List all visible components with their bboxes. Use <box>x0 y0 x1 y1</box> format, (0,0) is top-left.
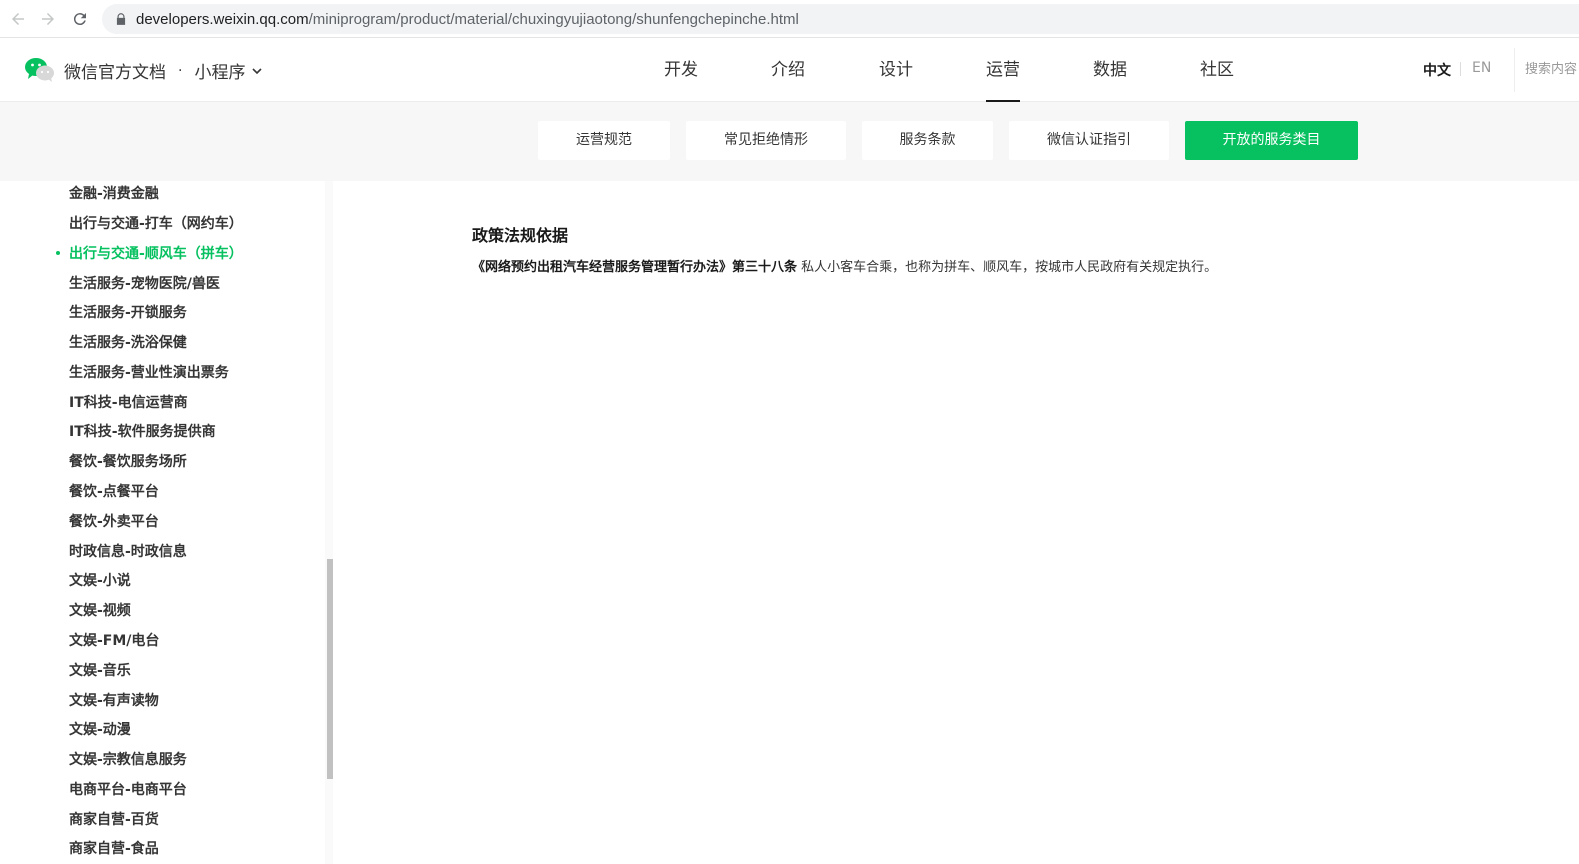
brand-title[interactable]: 微信官方文档 <box>64 58 166 83</box>
lock-icon <box>116 13 126 25</box>
reload-button[interactable] <box>64 3 96 35</box>
sidebar-item[interactable]: 电商平台-电商平台 <box>69 779 187 799</box>
law-name: 《网络预约出租汽车经营服务管理暂行办法》第三十八条 <box>472 260 798 275</box>
sidebar-item[interactable]: 生活服务-营业性演出票务 <box>69 362 229 382</box>
url-text: developers.weixin.qq.com/miniprogram/pro… <box>136 11 799 28</box>
sidebar-item[interactable]: IT科技-电信运营商 <box>69 392 188 412</box>
tab-certification-guide[interactable]: 微信认证指引 <box>1009 121 1169 160</box>
nav-data[interactable]: 数据 <box>1093 38 1127 102</box>
forward-button[interactable] <box>32 3 64 35</box>
address-bar[interactable]: developers.weixin.qq.com/miniprogram/pro… <box>102 4 1579 34</box>
sidebar: 金融-消费金融 出行与交通-打车（网约车） 出行与交通-顺风车（拼车） 生活服务… <box>0 181 333 864</box>
arrow-left-icon <box>12 13 24 25</box>
sidebar-item[interactable]: 餐饮-餐饮服务场所 <box>69 451 187 471</box>
sidebar-item[interactable]: 商家自营-百货 <box>69 809 159 829</box>
back-button[interactable] <box>2 3 34 35</box>
law-text: 私人小客车合乘，也称为拼车、顺风车，按城市人民政府有关规定执行。 <box>797 260 1218 275</box>
main-content: 政策法规依据 《网络预约出租汽车经营服务管理暂行办法》第三十八条 私人小客车合乘… <box>333 181 1579 864</box>
sidebar-item[interactable]: 时政信息-时政信息 <box>69 541 187 561</box>
section-title: 政策法规依据 <box>472 226 569 245</box>
brand-dot: · <box>178 62 183 79</box>
arrow-right-icon <box>42 13 54 25</box>
url-host: developers.weixin.qq.com <box>136 10 309 28</box>
reload-icon <box>73 13 86 26</box>
sidebar-item[interactable]: 商家自营-食品 <box>69 838 159 858</box>
lang-en-link[interactable]: EN <box>1472 60 1491 76</box>
sidebar-item[interactable]: 餐饮-外卖平台 <box>69 511 159 531</box>
tab-service-categories[interactable]: 开放的服务类目 <box>1185 121 1358 160</box>
url-path: /miniprogram/product/material/chuxingyuj… <box>308 10 799 28</box>
sidebar-item[interactable]: 生活服务-开锁服务 <box>69 302 187 322</box>
nav-intro[interactable]: 介绍 <box>771 38 805 102</box>
sidebar-item-active[interactable]: 出行与交通-顺风车（拼车） <box>56 243 243 263</box>
sidebar-item[interactable]: 文娱-动漫 <box>69 719 131 739</box>
sidebar-item[interactable]: 文娱-小说 <box>69 570 131 590</box>
sidebar-item[interactable]: 出行与交通-打车（网约车） <box>69 213 243 233</box>
policy-paragraph: 《网络预约出租汽车经营服务管理暂行办法》第三十八条 私人小客车合乘，也称为拼车、… <box>472 256 1217 275</box>
sidebar-item[interactable]: 生活服务-宠物医院/兽医 <box>69 273 220 293</box>
wechat-logo-icon[interactable] <box>24 56 56 84</box>
product-switcher[interactable]: 小程序 <box>194 58 245 83</box>
lang-zh-link[interactable]: 中文 <box>1423 60 1451 80</box>
sidebar-item[interactable]: 文娱-宗教信息服务 <box>69 749 187 769</box>
sidebar-item[interactable]: 金融-消费金融 <box>69 183 159 203</box>
site-header: 微信官方文档 · 小程序 开发 介绍 设计 运营 数据 社区 中文 EN 搜索内… <box>0 38 1579 102</box>
sidebar-item[interactable]: IT科技-软件服务提供商 <box>69 421 216 441</box>
search-input[interactable]: 搜索内容 <box>1514 48 1579 92</box>
sidebar-item[interactable]: 餐饮-点餐平台 <box>69 481 159 501</box>
sidebar-item[interactable]: 文娱-视频 <box>69 600 131 620</box>
tab-terms[interactable]: 服务条款 <box>862 121 993 160</box>
sub-nav: 运营规范 常见拒绝情形 服务条款 微信认证指引 开放的服务类目 <box>0 102 1579 181</box>
browser-toolbar: developers.weixin.qq.com/miniprogram/pro… <box>0 0 1579 38</box>
sidebar-item[interactable]: 文娱-有声读物 <box>69 690 159 710</box>
sidebar-item[interactable]: 文娱-音乐 <box>69 660 131 680</box>
brand: 微信官方文档 · 小程序 <box>64 58 263 83</box>
tab-operation-rules[interactable]: 运营规范 <box>538 121 670 160</box>
nav-community[interactable]: 社区 <box>1200 38 1234 102</box>
nav-develop[interactable]: 开发 <box>664 38 698 102</box>
sidebar-item[interactable]: 生活服务-洗浴保健 <box>69 332 187 352</box>
nav-operation[interactable]: 运营 <box>986 38 1020 102</box>
sidebar-item[interactable]: 文娱-FM/电台 <box>69 630 159 650</box>
lang-divider <box>1460 62 1461 76</box>
chevron-down-icon[interactable] <box>251 65 263 77</box>
tab-common-rejections[interactable]: 常见拒绝情形 <box>686 121 846 160</box>
nav-design[interactable]: 设计 <box>879 38 913 102</box>
